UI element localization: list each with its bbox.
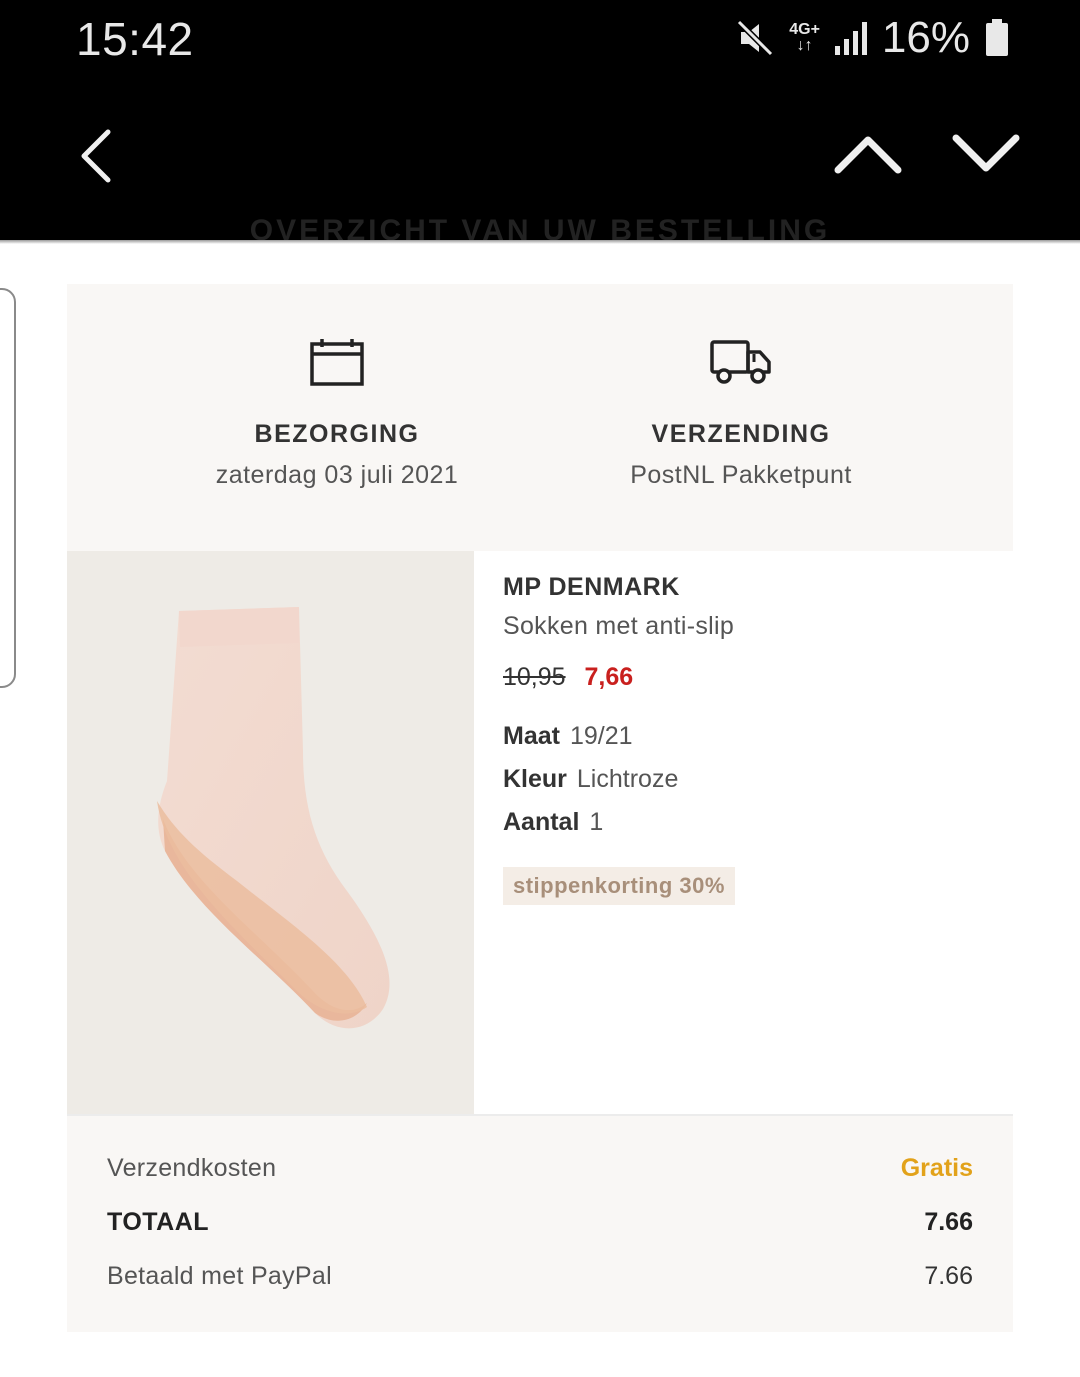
calendar-icon <box>310 339 364 386</box>
status-time: 15:42 <box>76 13 194 65</box>
top-bar: 15:42 4G+ ↓↑ 16% <box>0 0 1080 240</box>
paid-value: 7.66 <box>924 1262 973 1290</box>
chevron-up-icon <box>834 136 902 174</box>
next-button[interactable] <box>948 118 1024 188</box>
status-icons: 4G+ ↓↑ 16% <box>735 13 1010 62</box>
product-brand: MP DENMARK <box>503 573 680 601</box>
product-item[interactable]: MP DENMARK Sokken met anti-slip 10,95 7,… <box>67 551 1013 1116</box>
original-price: 10,95 <box>503 663 566 691</box>
total-row: TOTAAL 7.66 <box>107 1208 973 1237</box>
product-color: Kleur Lichtroze <box>503 765 1003 794</box>
mute-icon <box>737 19 774 57</box>
discount-badge: stippenkorting 30% <box>503 867 735 905</box>
back-arrow-icon <box>81 129 111 183</box>
signal-icon <box>834 22 867 55</box>
product-size: Maat 19/21 <box>503 722 1003 751</box>
product-details: MP DENMARK Sokken met anti-slip 10,95 7,… <box>503 573 1003 905</box>
delivery-date-title: BEZORGING <box>254 420 420 448</box>
shipping-cost-row: Verzendkosten Gratis <box>107 1154 973 1183</box>
previous-button[interactable] <box>830 118 906 188</box>
product-image[interactable] <box>67 551 474 1114</box>
order-totals-panel: Verzendkosten Gratis TOTAAL 7.66 Betaald… <box>67 1116 1013 1332</box>
delivery-date-block: BEZORGING zaterdag 03 juli 2021 <box>127 284 547 490</box>
shipping-method-value: PostNL Pakketpunt <box>630 461 852 489</box>
truck-icon <box>710 340 771 384</box>
size-label: Maat <box>503 722 560 750</box>
shipping-method-block: VERZENDING PostNL Pakketpunt <box>531 284 951 490</box>
total-value: 7.66 <box>924 1208 973 1236</box>
quantity-value: 1 <box>589 808 604 836</box>
product-prices: 10,95 7,66 <box>503 663 1003 692</box>
delivery-info-panel: BEZORGING zaterdag 03 juli 2021 VERZENDI… <box>67 284 1013 551</box>
network-type-indicator: 4G+ ↓↑ <box>789 21 820 54</box>
shipping-method-title: VERZENDING <box>651 420 831 448</box>
battery-icon <box>986 19 1008 56</box>
side-card-edge[interactable] <box>0 288 16 688</box>
paid-row: Betaald met PayPal 7.66 <box>107 1262 973 1291</box>
shipping-cost-label: Verzendkosten <box>107 1154 277 1182</box>
chevron-down-icon <box>952 134 1020 172</box>
battery-percentage: 16% <box>881 13 970 62</box>
sale-price: 7,66 <box>584 663 634 691</box>
sock-illustration <box>157 607 390 1029</box>
quantity-label: Aantal <box>503 808 580 836</box>
delivery-date-value: zaterdag 03 juli 2021 <box>215 461 459 489</box>
product-name: Sokken met anti-slip <box>503 612 735 640</box>
back-button[interactable] <box>68 118 138 198</box>
paid-label: Betaald met PayPal <box>107 1262 332 1290</box>
size-value: 19/21 <box>569 722 633 750</box>
total-label: TOTAAL <box>107 1208 210 1236</box>
product-quantity: Aantal 1 <box>503 808 1003 837</box>
color-label: Kleur <box>503 765 567 793</box>
shipping-cost-value: Gratis <box>900 1154 973 1182</box>
header-divider <box>0 240 1080 244</box>
color-value: Lichtroze <box>576 765 679 793</box>
